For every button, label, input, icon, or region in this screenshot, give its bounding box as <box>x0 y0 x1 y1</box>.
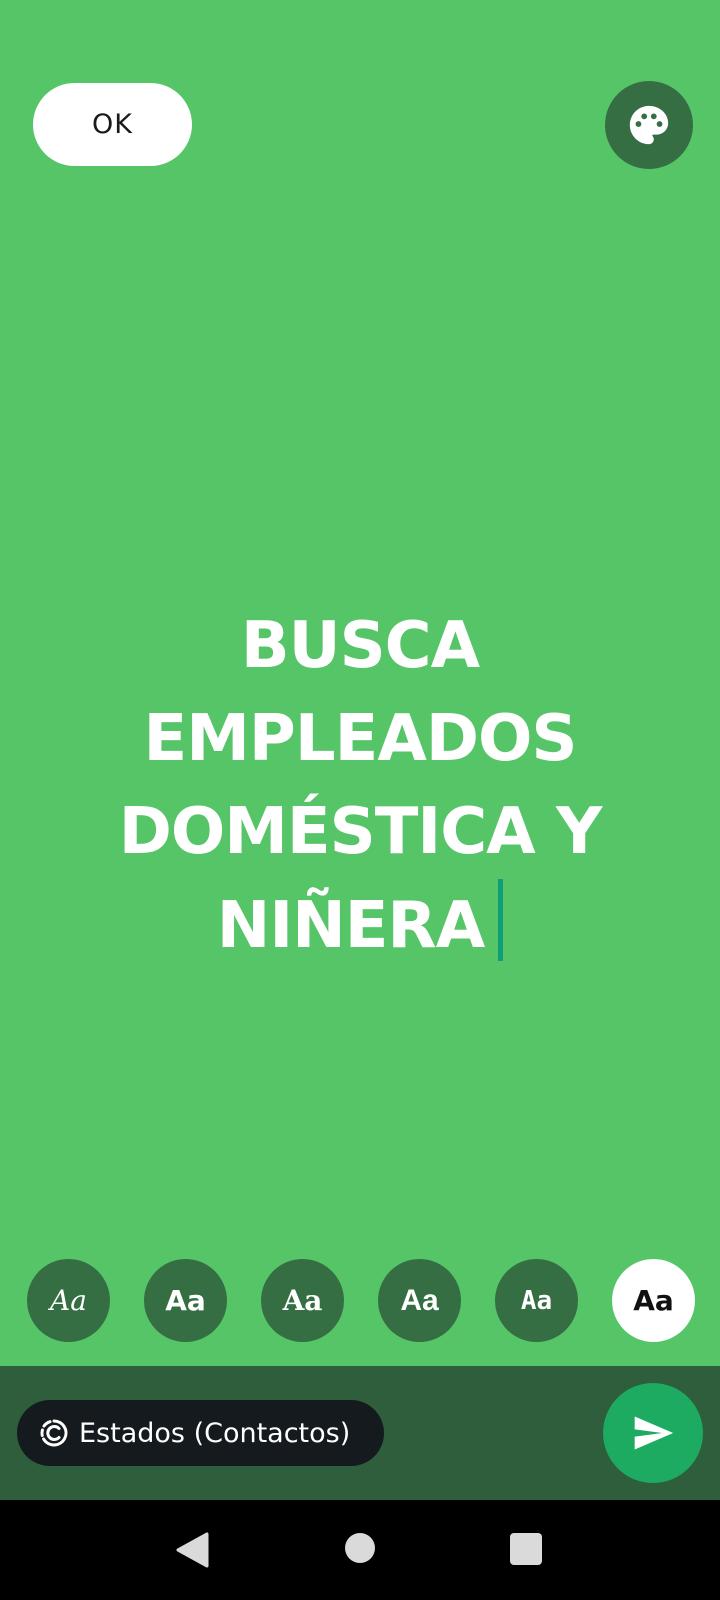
status-text-last-line: NIÑERA <box>80 879 640 973</box>
nav-recents-icon[interactable] <box>510 1533 542 1565</box>
send-icon <box>634 1416 674 1450</box>
nav-home-icon[interactable] <box>345 1533 375 1563</box>
font-option-mono[interactable]: Aa <box>495 1259 578 1342</box>
status-text-line: DOMÉSTICA Y <box>118 795 603 869</box>
status-text-line: BUSCA <box>240 609 480 683</box>
font-option-sans[interactable]: Aa <box>144 1259 227 1342</box>
status-ring-icon <box>39 1418 69 1448</box>
font-option-italic[interactable]: Aa <box>27 1259 110 1342</box>
status-canvas[interactable]: OK BUSCA EMPLEADOS DOMÉSTICA Y NIÑERA Aa… <box>0 0 720 1366</box>
status-text-line: EMPLEADOS <box>143 702 578 776</box>
bottom-bar: Estados (Contactos) <box>0 1366 720 1500</box>
status-text-line: NIÑERA <box>216 889 485 963</box>
font-option-condensed[interactable]: Aa <box>378 1259 461 1342</box>
send-button[interactable] <box>603 1383 703 1483</box>
system-nav-bar <box>0 1500 720 1600</box>
audience-selector[interactable]: Estados (Contactos) <box>17 1400 384 1466</box>
font-option-bold-selected[interactable]: Aa <box>612 1259 695 1342</box>
font-selector: Aa Aa Aa Aa Aa Aa <box>0 1259 720 1343</box>
audience-label: Estados (Contactos) <box>79 1417 351 1449</box>
status-text-input[interactable]: BUSCA EMPLEADOS DOMÉSTICA Y NIÑERA <box>80 600 640 973</box>
text-caret <box>498 879 504 961</box>
font-option-serif[interactable]: Aa <box>261 1259 344 1342</box>
palette-button[interactable] <box>605 81 693 169</box>
ok-button[interactable]: OK <box>33 83 192 166</box>
palette-icon <box>629 105 669 145</box>
nav-back-icon[interactable] <box>175 1532 209 1568</box>
